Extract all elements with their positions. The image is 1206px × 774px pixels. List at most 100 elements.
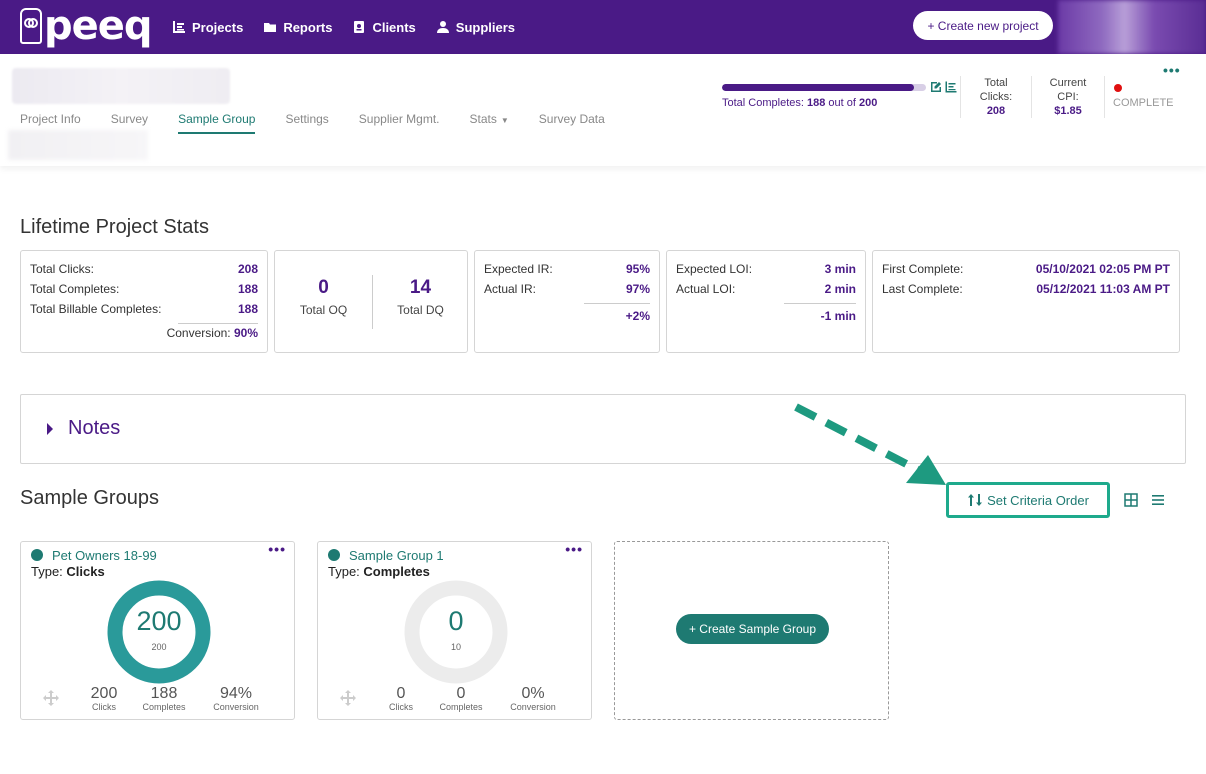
- stat-row: Total Completes: 188: [30, 279, 258, 299]
- ir-card: Expected IR: 95% Actual IR: 97% +2%: [474, 250, 660, 353]
- header-divider: [1104, 76, 1105, 118]
- total-clicks-stat: Total Clicks: 208: [972, 76, 1020, 118]
- sample-group-name[interactable]: Sample Group 1: [349, 548, 444, 563]
- tab-sample-group[interactable]: Sample Group: [178, 112, 256, 134]
- donut-value: 200: [136, 606, 182, 636]
- stat-label: Actual LOI:: [676, 282, 736, 296]
- stat-row: Total Billable Completes: 188: [30, 299, 258, 319]
- tab-project-info[interactable]: Project Info: [20, 112, 81, 134]
- stat-label: First Complete:: [882, 262, 964, 276]
- divider: [584, 303, 650, 304]
- loi-card: Expected LOI: 3 min Actual LOI: 2 min -1 m…: [666, 250, 866, 353]
- total-oq-label: Total OQ: [299, 303, 348, 317]
- stat-label: Last Complete:: [882, 282, 963, 296]
- conversion-stat: 94% Conversion: [207, 685, 265, 712]
- sample-group-card[interactable]: Sample Group 1 ••• Type: Completes 0 10 …: [317, 541, 592, 720]
- set-criteria-order-label: Set Criteria Order: [987, 492, 1089, 508]
- move-handle-icon[interactable]: [340, 690, 356, 706]
- clicks-stat: 0 Clicks: [384, 685, 418, 712]
- progress-completes: 188: [807, 97, 826, 109]
- tab-stats[interactable]: Stats ▼: [470, 112, 509, 134]
- tab-supplier-mgmt[interactable]: Supplier Mgmt.: [359, 112, 440, 134]
- create-sample-group-card: + Create Sample Group: [614, 541, 889, 720]
- tab-survey-data[interactable]: Survey Data: [539, 112, 605, 134]
- conversion-label: Conversion:: [166, 326, 231, 340]
- clicks-label: Clicks: [92, 702, 116, 712]
- list-view-icon[interactable]: [1151, 493, 1165, 507]
- tab-settings[interactable]: Settings: [285, 112, 328, 134]
- progress-total: 200: [859, 97, 878, 109]
- header-divider: [960, 76, 961, 118]
- stat-row: Last Complete: 05/12/2021 11:03 AM PT: [882, 279, 1170, 299]
- progress-donut: 0 10: [404, 580, 508, 684]
- stat-label: Total Completes:: [30, 282, 120, 296]
- nav-clients-label: Clients: [372, 19, 416, 35]
- stat-row: Total Clicks: 208: [30, 259, 258, 279]
- nav-projects[interactable]: Projects: [172, 20, 243, 35]
- completes-progress-text: Total Completes: 188 out of 200: [722, 97, 926, 109]
- donut-target: 10: [450, 642, 461, 652]
- more-options-icon[interactable]: •••: [268, 541, 286, 557]
- total-clicks-value: 208: [986, 105, 1006, 117]
- sort-arrows-icon: [968, 494, 983, 506]
- more-options-icon[interactable]: •••: [565, 541, 583, 557]
- current-cpi-value: $1.85: [1054, 105, 1082, 117]
- sample-groups-title: Sample Groups: [20, 487, 159, 509]
- total-dq-value: 14: [409, 277, 432, 298]
- nav-suppliers[interactable]: Suppliers: [436, 20, 515, 35]
- donut-value: 0: [448, 606, 464, 636]
- create-sample-group-button[interactable]: + Create Sample Group: [676, 614, 829, 644]
- user-profile-area[interactable]: [1058, 0, 1206, 54]
- more-options-icon[interactable]: •••: [1163, 62, 1181, 78]
- notes-panel[interactable]: Notes: [20, 394, 1186, 464]
- clicks-stat: 200 Clicks: [87, 685, 121, 712]
- chart-icon[interactable]: [945, 81, 957, 93]
- nav-projects-label: Projects: [192, 19, 244, 35]
- status-dot: [31, 549, 43, 561]
- nav-reports[interactable]: Reports: [263, 20, 332, 35]
- donut-target: 200: [151, 642, 167, 652]
- nav-clients[interactable]: Clients: [352, 19, 416, 35]
- conversion-label: Conversion: [213, 702, 259, 712]
- completes-value: 188: [150, 685, 178, 702]
- oq-dq-card: 0 Total OQ 14 Total DQ: [274, 250, 468, 353]
- edit-icon[interactable]: [930, 81, 942, 93]
- current-cpi-label1: Current: [1049, 77, 1087, 89]
- conversion-value: 90%: [233, 326, 258, 340]
- project-status: COMPLETE: [1113, 97, 1174, 109]
- peeq-logo[interactable]: peeq: [20, 6, 153, 46]
- tab-survey[interactable]: Survey: [111, 112, 148, 134]
- type-value: Clicks: [66, 564, 105, 579]
- completes-stat: 188 Completes: [137, 685, 191, 712]
- notes-label: Notes: [68, 417, 121, 439]
- contact-card-icon: [354, 21, 365, 33]
- progress-label: Total Completes:: [722, 97, 804, 109]
- type-value: Completes: [363, 564, 430, 579]
- sample-group-card[interactable]: Pet Owners 18-99 ••• Type: Clicks 200 20…: [20, 541, 295, 720]
- stat-value: 05/10/2021 02:05 PM PT: [1035, 262, 1170, 276]
- stat-row: Expected IR: 95%: [484, 259, 650, 279]
- stat-value: 2 min: [824, 282, 856, 296]
- project-title-redacted: [12, 68, 230, 104]
- sample-group-name[interactable]: Pet Owners 18-99: [52, 548, 157, 563]
- total-clicks-label2: Clicks:: [979, 91, 1013, 103]
- annotation-arrow: [794, 403, 946, 485]
- move-handle-icon[interactable]: [43, 690, 59, 706]
- stat-label: Expected IR:: [484, 262, 553, 276]
- progress-actions: [930, 81, 957, 93]
- user-icon: [436, 21, 449, 33]
- stat-row: Expected LOI: 3 min: [676, 259, 856, 279]
- set-criteria-order-button[interactable]: Set Criteria Order: [946, 482, 1110, 518]
- stat-value: 97%: [625, 282, 650, 296]
- stat-row: Actual IR: 97%: [484, 279, 650, 299]
- current-cpi-label2: CPI:: [1057, 91, 1079, 103]
- total-oq: 0 Total OQ: [275, 277, 372, 317]
- total-oq-value: 0: [318, 277, 329, 298]
- total-dq: 14 Total DQ: [372, 277, 469, 317]
- caret-right-icon[interactable]: [47, 423, 53, 435]
- stat-row: Actual LOI: 2 min: [676, 279, 856, 299]
- tab-stats-label: Stats: [469, 112, 497, 126]
- create-new-project-button[interactable]: + Create new project: [913, 11, 1053, 40]
- stat-value: 05/12/2021 11:03 AM PT: [1036, 282, 1170, 296]
- grid-view-icon[interactable]: [1124, 493, 1138, 507]
